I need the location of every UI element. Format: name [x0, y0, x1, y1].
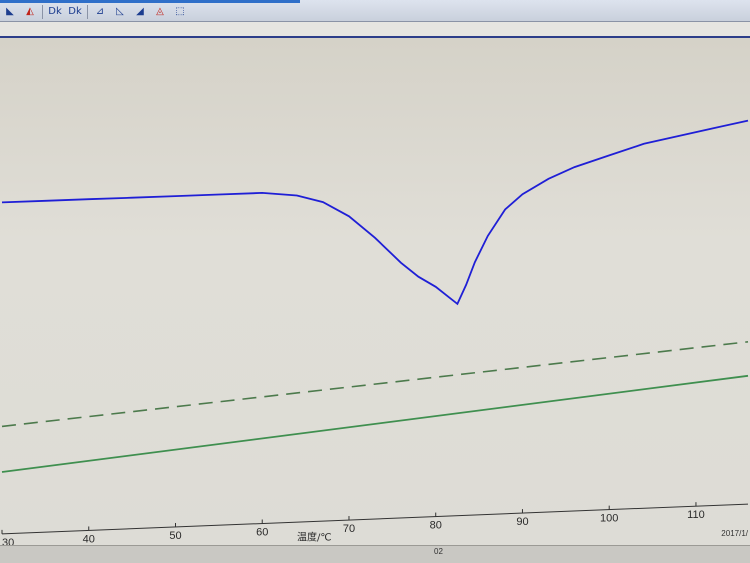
x-tick-label: 110: [687, 509, 705, 521]
x-axis-title: 温度/℃: [297, 530, 332, 543]
toolbar-button-8[interactable]: ◬: [152, 5, 168, 19]
title-bar-accent: [0, 0, 300, 3]
toolbar-button-4[interactable]: Dk: [67, 5, 83, 19]
x-axis-ticks: 30 40 50 60 70 80 90 100 110: [1, 502, 705, 547]
x-tick-label: 40: [83, 533, 95, 545]
x-axis-line: [1, 503, 749, 535]
toolbar-separator: [87, 5, 88, 19]
toolbar-button-6[interactable]: ◺: [112, 5, 128, 19]
series-line-1: [1, 119, 749, 306]
toolbar-button-7[interactable]: ◢: [132, 5, 148, 19]
x-tick-label: 70: [343, 523, 355, 535]
series-line-3: [1, 374, 749, 473]
chart: 30 40 50 60 70 80 90 100 110 温度/℃: [1, 119, 749, 547]
x-tick-label: 80: [430, 520, 442, 532]
x-tick-label: 90: [516, 516, 528, 528]
plot-area: 30 40 50 60 70 80 90 100 110 温度/℃: [0, 36, 750, 547]
status-text: 02: [434, 547, 443, 556]
x-tick-label: 50: [169, 530, 181, 542]
toolbar-button-2[interactable]: ◭: [22, 5, 38, 19]
series-layer: [1, 119, 749, 473]
status-date: 2017/1/: [721, 529, 748, 538]
status-bar: 02 2017/1/: [0, 529, 750, 563]
toolbar-separator: [42, 5, 43, 19]
series-line-2: [1, 341, 749, 428]
x-tick-label: 60: [256, 527, 268, 539]
toolbar-button-5[interactable]: ⊿: [92, 5, 108, 19]
toolbar-group-1: ◣ ◭ Dk Dk ⊿ ◺ ◢ ◬ ⬚: [2, 4, 188, 20]
toolbar-button-1[interactable]: ◣: [2, 5, 18, 19]
window-gap: [0, 22, 750, 36]
toolbar: ◣ ◭ Dk Dk ⊿ ◺ ◢ ◬ ⬚: [0, 0, 750, 22]
toolbar-button-3[interactable]: Dk: [47, 5, 63, 19]
x-tick-label: 100: [600, 513, 618, 525]
toolbar-button-9[interactable]: ⬚: [172, 5, 188, 19]
